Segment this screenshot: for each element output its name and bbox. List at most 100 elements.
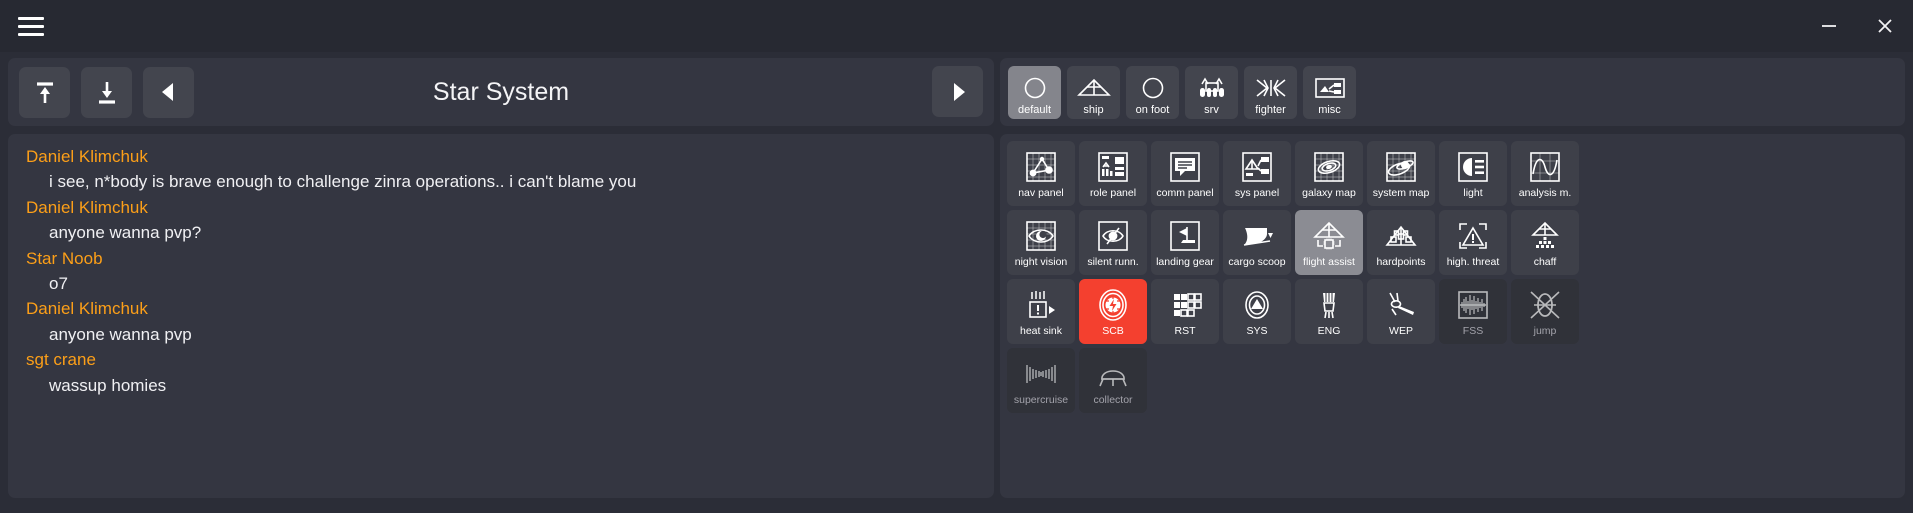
chat-text: anyone wanna pvp xyxy=(26,322,978,347)
chat-message: Star Noob o7 xyxy=(26,246,978,297)
tile-label: FSS xyxy=(1463,325,1483,337)
tile-supercruise[interactable]: supercruise xyxy=(1007,348,1075,413)
next-channel-button[interactable] xyxy=(932,66,983,117)
tile-heat-sink[interactable]: heat sink xyxy=(1007,279,1075,344)
tile-comm-panel[interactable]: comm panel xyxy=(1151,141,1219,206)
scroll-to-bottom-button[interactable] xyxy=(81,67,132,118)
tile-chaff[interactable]: chaff xyxy=(1511,210,1579,275)
galaxy-map-icon xyxy=(1312,149,1346,185)
tile-sys[interactable]: SYS xyxy=(1223,279,1291,344)
tab-on-foot[interactable]: on foot xyxy=(1126,66,1179,119)
wep-pips-icon xyxy=(1384,287,1418,323)
tab-fighter[interactable]: fighter xyxy=(1244,66,1297,119)
flight-assist-icon xyxy=(1312,218,1346,254)
tile-landing-gear[interactable]: landing gear xyxy=(1151,210,1219,275)
tile-cargo-scoop[interactable]: cargo scoop xyxy=(1223,210,1291,275)
heat-sink-icon xyxy=(1024,287,1058,323)
chat-message: Daniel Klimchuk i see, n*body is brave e… xyxy=(26,144,978,195)
tile-label: RST xyxy=(1175,325,1196,337)
role-panel-icon xyxy=(1096,149,1130,185)
tile-label: SYS xyxy=(1246,325,1267,337)
chat-author: Daniel Klimchuk xyxy=(26,296,978,321)
tile-system-map[interactable]: system map xyxy=(1367,141,1435,206)
chat-message-list[interactable]: Daniel Klimchuk i see, n*body is brave e… xyxy=(8,134,994,498)
controls-column: default ship on foot xyxy=(1000,52,1905,505)
tile-label: role panel xyxy=(1090,187,1136,199)
hardpoints-icon xyxy=(1384,218,1418,254)
chat-toolbar: Star System xyxy=(8,58,994,126)
landing-gear-icon xyxy=(1168,218,1202,254)
tile-label: flight assist xyxy=(1303,256,1355,268)
minimize-button[interactable] xyxy=(1801,0,1857,52)
reset-pips-icon xyxy=(1168,287,1202,323)
chat-message: Daniel Klimchuk anyone wanna pvp? xyxy=(26,195,978,246)
tile-label: galaxy map xyxy=(1302,187,1356,199)
night-vision-icon xyxy=(1024,218,1058,254)
misc-panel-icon xyxy=(1314,73,1346,103)
tile-rst[interactable]: RST xyxy=(1151,279,1219,344)
previous-channel-button[interactable] xyxy=(143,67,194,118)
sys-panel-icon xyxy=(1240,149,1274,185)
chaff-icon xyxy=(1528,218,1562,254)
chat-text: i see, n*body is brave enough to challen… xyxy=(26,169,978,194)
chat-author: Star Noob xyxy=(26,246,978,271)
tile-label: WEP xyxy=(1389,325,1413,337)
sys-pips-icon xyxy=(1240,287,1274,323)
comm-panel-icon xyxy=(1168,149,1202,185)
tile-silent-running[interactable]: silent runn. xyxy=(1079,210,1147,275)
jump-icon xyxy=(1528,287,1562,323)
tile-collector[interactable]: collector xyxy=(1079,348,1147,413)
supercruise-icon xyxy=(1024,356,1058,392)
tile-hardpoints[interactable]: hardpoints xyxy=(1367,210,1435,275)
system-map-icon xyxy=(1384,149,1418,185)
tab-label: default xyxy=(1018,104,1051,116)
chat-author: Daniel Klimchuk xyxy=(26,195,978,220)
tile-label: supercruise xyxy=(1014,394,1068,406)
tile-light[interactable]: light xyxy=(1439,141,1507,206)
close-button[interactable] xyxy=(1857,0,1913,52)
tile-label: heat sink xyxy=(1020,325,1062,337)
tile-scb[interactable]: SCB xyxy=(1079,279,1147,344)
tile-label: light xyxy=(1463,187,1482,199)
tile-analysis-mode[interactable]: analysis m. xyxy=(1511,141,1579,206)
window-titlebar xyxy=(0,0,1913,52)
tab-ship[interactable]: ship xyxy=(1067,66,1120,119)
waveform-icon xyxy=(1528,149,1562,185)
tile-label: collector xyxy=(1093,394,1132,406)
tile-galaxy-map[interactable]: galaxy map xyxy=(1295,141,1363,206)
grid-row: night vision silent runn. xyxy=(1007,210,1905,275)
tile-highest-threat[interactable]: high. threat xyxy=(1439,210,1507,275)
cargo-scoop-icon xyxy=(1240,218,1274,254)
tile-sys-panel[interactable]: sys panel xyxy=(1223,141,1291,206)
tile-label: hardpoints xyxy=(1376,256,1425,268)
shield-cell-icon xyxy=(1096,287,1130,323)
tile-label: system map xyxy=(1373,187,1430,199)
tile-nav-panel[interactable]: nav panel xyxy=(1007,141,1075,206)
nav-panel-icon xyxy=(1024,149,1058,185)
tab-misc[interactable]: misc xyxy=(1303,66,1356,119)
tile-eng[interactable]: ENG xyxy=(1295,279,1363,344)
tile-label: comm panel xyxy=(1156,187,1213,199)
ship-icon xyxy=(1077,73,1111,103)
tile-night-vision[interactable]: night vision xyxy=(1007,210,1075,275)
binding-grid: nav panel xyxy=(1000,134,1905,498)
tile-wep[interactable]: WEP xyxy=(1367,279,1435,344)
chat-text: o7 xyxy=(26,271,978,296)
eng-pips-icon xyxy=(1312,287,1346,323)
category-tab-bar: default ship on foot xyxy=(1000,58,1905,126)
scroll-to-top-button[interactable] xyxy=(19,67,70,118)
chat-author: Daniel Klimchuk xyxy=(26,144,978,169)
tab-default[interactable]: default xyxy=(1008,66,1061,119)
chat-author: sgt crane xyxy=(26,347,978,372)
tile-label: jump xyxy=(1534,325,1557,337)
tile-label: night vision xyxy=(1015,256,1068,268)
tile-role-panel[interactable]: role panel xyxy=(1079,141,1147,206)
tile-flight-assist[interactable]: flight assist xyxy=(1295,210,1363,275)
tile-label: cargo scoop xyxy=(1228,256,1285,268)
tab-srv[interactable]: srv xyxy=(1185,66,1238,119)
tile-jump[interactable]: jump xyxy=(1511,279,1579,344)
tile-fss[interactable]: FSS xyxy=(1439,279,1507,344)
tab-label: fighter xyxy=(1255,104,1286,116)
chat-column: Star System Daniel Klimchuk i see, n*bod… xyxy=(8,52,994,505)
hamburger-menu-icon[interactable] xyxy=(8,3,54,49)
